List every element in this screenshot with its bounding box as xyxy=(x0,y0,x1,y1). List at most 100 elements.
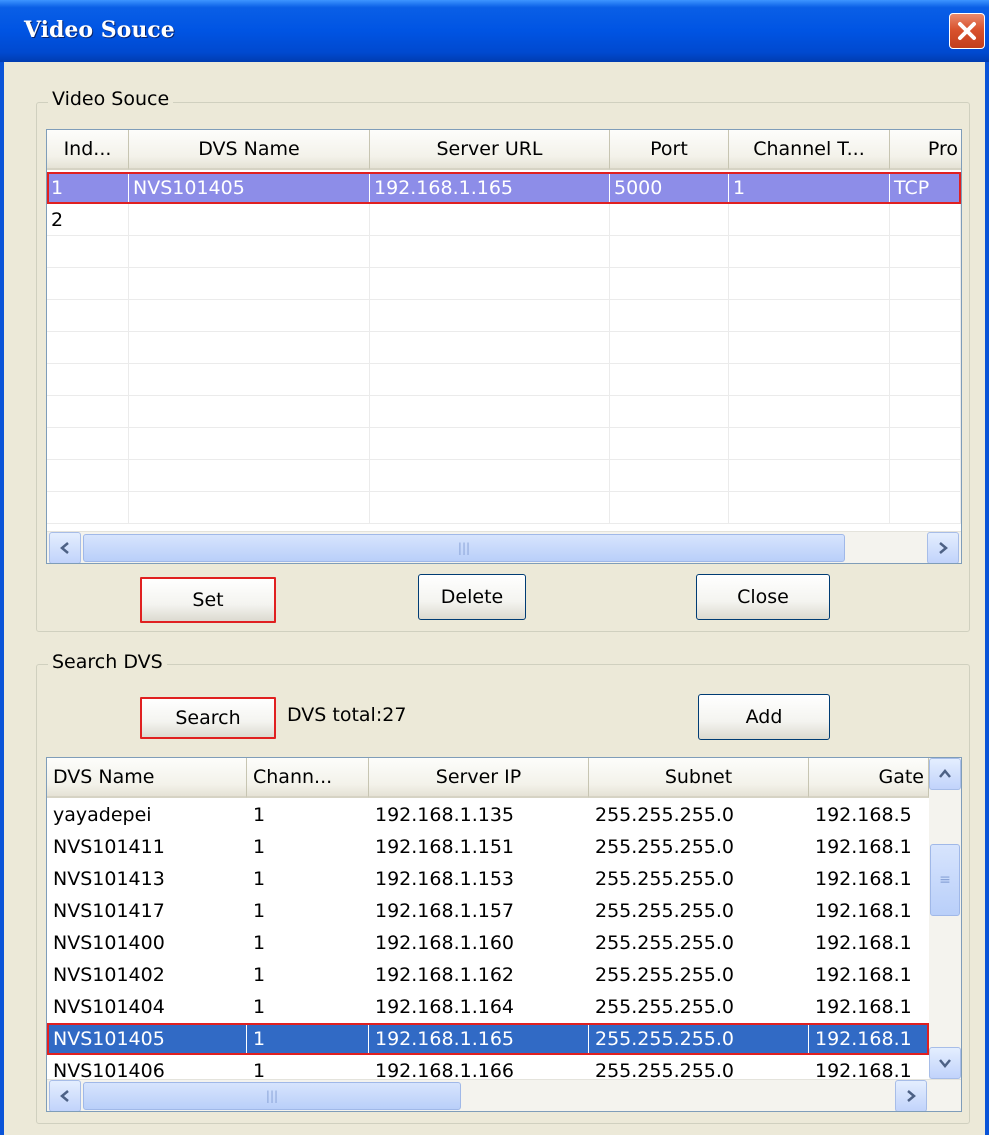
scroll-left-button[interactable] xyxy=(49,532,81,563)
empty-cell xyxy=(370,492,610,524)
search-dvs-hscrollbar[interactable]: ||| xyxy=(47,1079,961,1111)
cell-channel: 1 xyxy=(247,1023,369,1055)
chevron-down-icon xyxy=(939,1059,951,1068)
window-frame-left xyxy=(0,62,4,1135)
empty-cell xyxy=(729,460,890,492)
table-row[interactable]: NVS101417 1 192.168.1.157 255.255.255.0 192.… xyxy=(47,895,929,927)
scroll-up-button[interactable] xyxy=(929,758,961,790)
search-dvs-list[interactable]: DVS Name Chann... Server IP Subnet Gate … xyxy=(46,757,962,1112)
scroll-grip: ||| xyxy=(265,1089,279,1103)
video-source-list-header: Ind... DVS Name Server URL Port Channel … xyxy=(47,130,961,170)
cell-subnet: 255.255.255.0 xyxy=(589,991,809,1023)
scroll-right-button[interactable] xyxy=(895,1080,927,1111)
cell-dvs-name: yayadepei xyxy=(47,799,247,831)
chevron-left-icon xyxy=(60,1090,69,1102)
cell-channel: 1 xyxy=(247,863,369,895)
column-header-server-url[interactable]: Server URL xyxy=(370,130,610,170)
cell-subnet: 255.255.255.0 xyxy=(589,799,809,831)
cell-port: 5000 xyxy=(610,172,729,204)
column-header-channel[interactable]: Chann... xyxy=(247,758,369,798)
empty-row xyxy=(47,428,961,460)
empty-cell xyxy=(890,332,961,364)
empty-cell xyxy=(370,332,610,364)
column-header-port[interactable]: Port xyxy=(610,130,729,170)
cell-dvs-name: NVS101405 xyxy=(129,172,370,204)
cell-channel: 1 xyxy=(247,895,369,927)
column-header-protocol[interactable]: Pro xyxy=(890,130,961,170)
video-source-group-label: Video Souce xyxy=(48,88,174,110)
empty-cell xyxy=(729,236,890,268)
table-row[interactable]: yayadepei 1 192.168.1.135 255.255.255.0 192.… xyxy=(47,799,929,831)
cell-channel: 1 xyxy=(247,959,369,991)
column-header-subnet[interactable]: Subnet xyxy=(589,758,809,798)
empty-cell xyxy=(890,428,961,460)
empty-cell xyxy=(729,492,890,524)
cell-subnet: 255.255.255.0 xyxy=(589,831,809,863)
cell-channel-type: 1 xyxy=(729,172,890,204)
cell-subnet: 255.255.255.0 xyxy=(589,927,809,959)
cell-server-ip: 192.168.1.164 xyxy=(369,991,589,1023)
table-row[interactable]: NVS101400 1 192.168.1.160 255.255.255.0 192.… xyxy=(47,927,929,959)
video-source-hscrollbar[interactable]: ||| xyxy=(47,531,961,563)
empty-cell xyxy=(129,492,370,524)
scroll-left-button[interactable] xyxy=(49,1080,81,1111)
empty-cell xyxy=(47,332,129,364)
delete-button[interactable]: Delete xyxy=(418,574,526,620)
cell-dvs-name: NVS101417 xyxy=(47,895,247,927)
table-row[interactable]: NVS101402 1 192.168.1.162 255.255.255.0 192.… xyxy=(47,959,929,991)
cell-server-ip: 192.168.1.151 xyxy=(369,831,589,863)
empty-rows xyxy=(47,236,961,524)
empty-cell xyxy=(370,428,610,460)
scroll-down-button[interactable] xyxy=(929,1047,961,1079)
empty-cell xyxy=(610,236,729,268)
scroll-right-button[interactable] xyxy=(927,532,959,563)
close-button[interactable]: Close xyxy=(696,574,830,620)
cell-gateway: 192.168.1 xyxy=(809,927,929,959)
empty-cell xyxy=(47,300,129,332)
table-row[interactable]: NVS101405 1 192.168.1.165 255.255.255.0 192.… xyxy=(47,1023,929,1055)
column-header-index[interactable]: Ind... xyxy=(47,130,129,170)
column-header-dvs-name[interactable]: DVS Name xyxy=(129,130,370,170)
empty-row xyxy=(47,332,961,364)
empty-cell xyxy=(729,428,890,460)
empty-cell xyxy=(129,428,370,460)
vscroll-thumb[interactable]: ≡ xyxy=(930,844,960,916)
set-button[interactable]: Set xyxy=(140,577,276,623)
empty-cell xyxy=(370,268,610,300)
column-header-dvs-name[interactable]: DVS Name xyxy=(47,758,247,798)
empty-cell xyxy=(729,300,890,332)
title-bar: Video Souce xyxy=(0,0,989,62)
scroll-thumb[interactable]: ||| xyxy=(83,534,845,562)
table-row[interactable]: NVS101413 1 192.168.1.153 255.255.255.0 192.… xyxy=(47,863,929,895)
scroll-grip: ||| xyxy=(457,541,471,555)
video-source-list[interactable]: Ind... DVS Name Server URL Port Channel … xyxy=(46,129,962,564)
table-row[interactable]: 2 xyxy=(47,204,961,236)
search-dvs-vscrollbar[interactable]: ≡ xyxy=(929,758,961,1079)
window-frame-right xyxy=(985,62,989,1135)
empty-cell xyxy=(729,364,890,396)
cell-subnet: 255.255.255.0 xyxy=(589,959,809,991)
empty-cell xyxy=(47,396,129,428)
add-button[interactable]: Add xyxy=(698,694,830,740)
close-window-button[interactable] xyxy=(949,13,985,49)
table-row[interactable]: NVS101404 1 192.168.1.164 255.255.255.0 192.… xyxy=(47,991,929,1023)
empty-row xyxy=(47,396,961,428)
empty-cell xyxy=(47,236,129,268)
column-header-server-ip[interactable]: Server IP xyxy=(369,758,589,798)
chevron-up-icon xyxy=(939,769,951,778)
scroll-thumb[interactable]: ||| xyxy=(83,1082,461,1110)
search-button[interactable]: Search xyxy=(140,697,276,739)
column-header-gateway[interactable]: Gate xyxy=(809,758,929,798)
empty-row xyxy=(47,300,961,332)
column-header-channel-type[interactable]: Channel T... xyxy=(729,130,890,170)
cell-dvs-name: NVS101404 xyxy=(47,991,247,1023)
empty-cell xyxy=(890,396,961,428)
cell-gateway: 192.168.1 xyxy=(809,831,929,863)
table-row[interactable]: 1 NVS101405 192.168.1.165 5000 1 TCP xyxy=(47,172,961,204)
empty-cell xyxy=(370,364,610,396)
empty-cell xyxy=(610,332,729,364)
empty-cell xyxy=(129,236,370,268)
table-row[interactable]: NVS101411 1 192.168.1.151 255.255.255.0 192.… xyxy=(47,831,929,863)
cell-dvs-name: NVS101402 xyxy=(47,959,247,991)
empty-cell xyxy=(610,268,729,300)
